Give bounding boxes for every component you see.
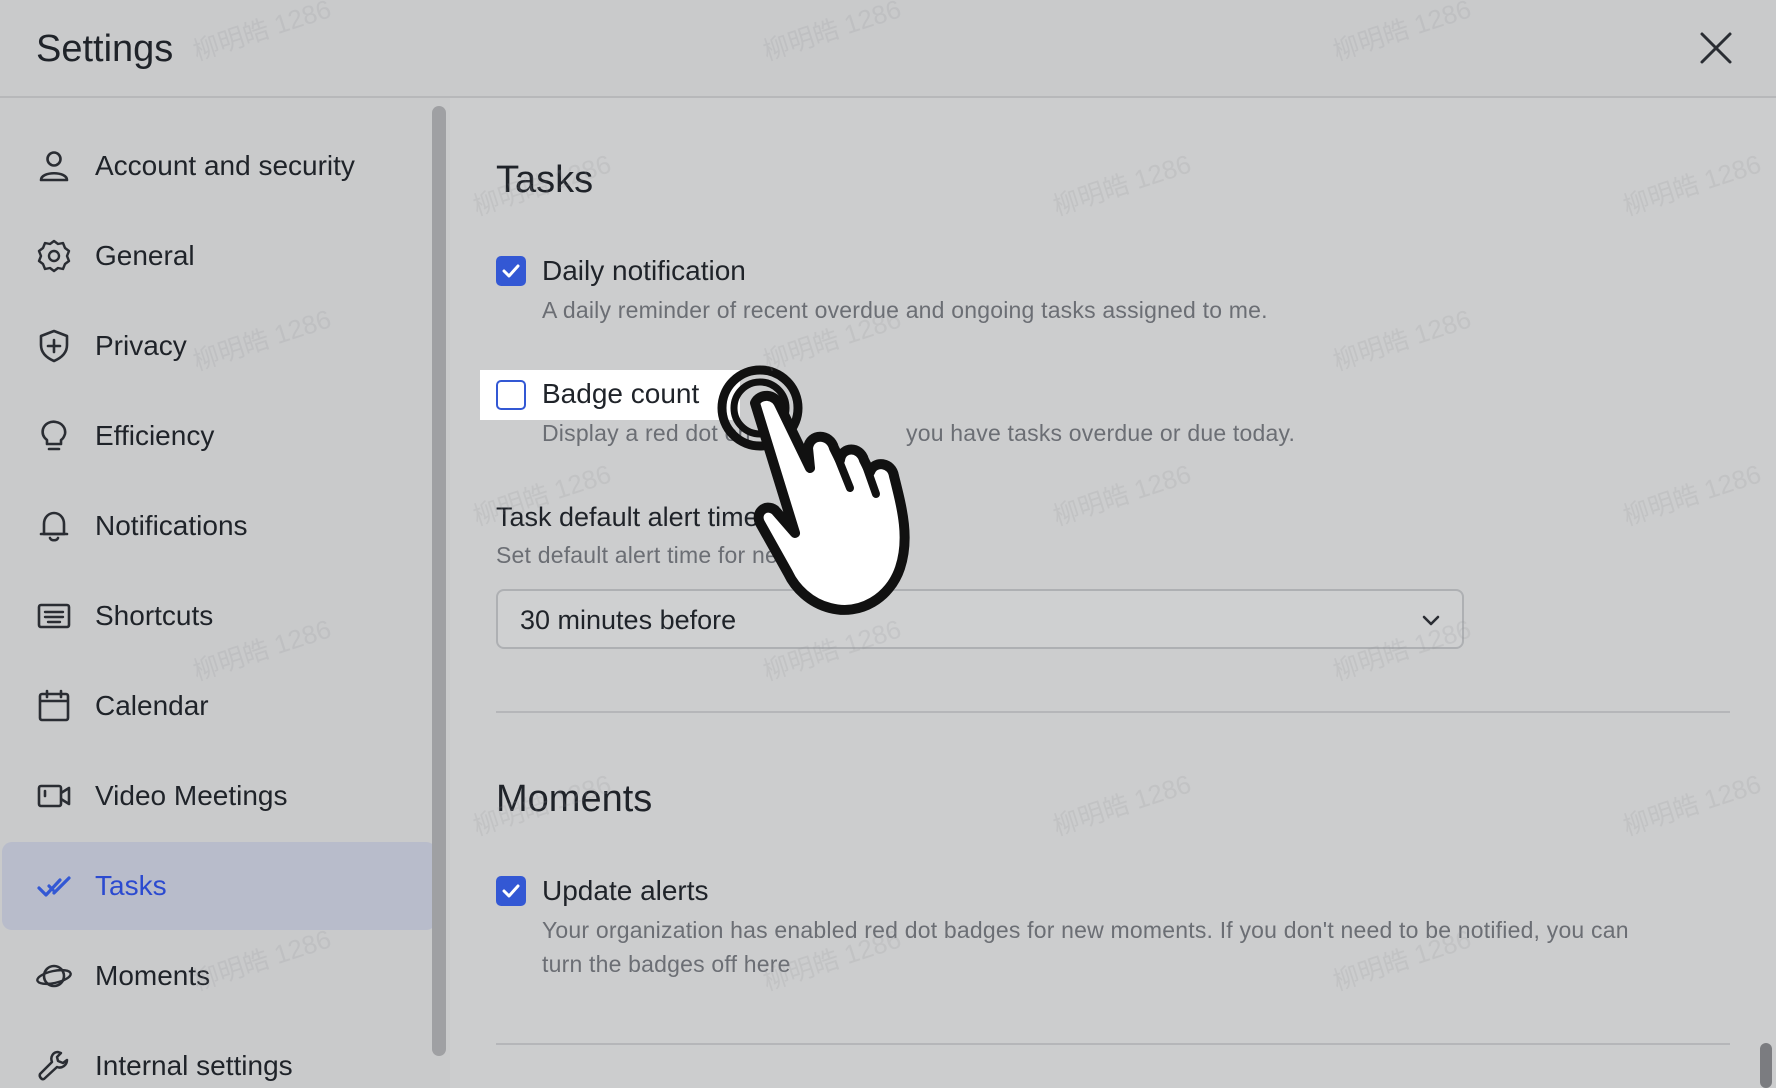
sidebar-item-internal-settings[interactable]: Internal settings: [2, 1022, 436, 1088]
settings-window: Settings Account and security General Pr…: [0, 0, 1776, 1088]
update-alerts-description-line1: Your organization has enabled red dot ba…: [542, 917, 1629, 943]
sidebar-item-label: Privacy: [95, 330, 187, 361]
sidebar-item-label: Video Meetings: [95, 780, 288, 811]
daily-notification-label: Daily notification: [542, 255, 746, 286]
daily-notification-description: A daily reminder of recent overdue and o…: [542, 297, 1268, 323]
sidebar-item-shortcuts[interactable]: Shortcuts: [2, 572, 436, 660]
gear-icon: [37, 239, 71, 273]
bell-icon: [39, 511, 69, 542]
sidebar-item-label: General: [95, 240, 195, 271]
sidebar-item-label: Internal settings: [95, 1050, 293, 1081]
badge-count-label: Badge count: [542, 378, 700, 409]
badge-count-checkbox[interactable]: [496, 380, 526, 410]
alert-time-select[interactable]: 30 minutes before: [496, 589, 1464, 649]
sidebar-item-label: Account and security: [95, 150, 355, 181]
main-scrollbar[interactable]: [1760, 1043, 1772, 1088]
update-alerts-checkbox[interactable]: [496, 876, 526, 906]
badge-count-description-tail: you have tasks overdue or due today.: [906, 420, 1296, 446]
checkmark-icon: [502, 264, 520, 278]
tasks-check-icon: [37, 876, 71, 897]
daily-notification-checkbox[interactable]: [496, 256, 526, 286]
settings-header: Settings: [0, 0, 1776, 98]
close-button[interactable]: [1690, 22, 1742, 74]
sidebar-item-privacy[interactable]: Privacy: [2, 302, 436, 390]
tasks-section-title: Tasks: [496, 159, 594, 201]
shield-icon: [39, 329, 69, 363]
planet-icon: [36, 964, 72, 988]
sidebar-item-moments[interactable]: Moments: [2, 932, 436, 1020]
video-camera-icon: [37, 784, 71, 808]
sidebar-item-label: Efficiency: [95, 420, 215, 451]
sidebar-item-account-and-security[interactable]: Account and security: [2, 122, 436, 210]
sidebar-item-label: Tasks: [95, 870, 167, 901]
section-divider: [496, 1043, 1730, 1045]
update-alerts-label: Update alerts: [542, 875, 709, 906]
sidebar-item-label: Calendar: [95, 690, 209, 721]
hand-pointer-icon: [717, 365, 910, 615]
wrench-icon: [38, 1050, 69, 1081]
update-alerts-description-line2: turn the badges off here: [542, 951, 791, 977]
checkmark-icon: [502, 884, 520, 898]
page-title: Settings: [36, 28, 174, 70]
sidebar-item-tasks[interactable]: Tasks: [2, 842, 436, 930]
sidebar-item-efficiency[interactable]: Efficiency: [2, 392, 436, 480]
section-divider: [496, 711, 1730, 713]
sidebar-item-calendar[interactable]: Calendar: [2, 662, 436, 750]
calendar-icon: [38, 689, 70, 722]
main-content: Tasks Daily notification A daily reminde…: [450, 98, 1776, 1088]
chevron-down-icon: [1422, 615, 1440, 626]
sidebar-scrollbar[interactable]: [432, 106, 446, 1056]
sidebar-item-video-meetings[interactable]: Video Meetings: [2, 752, 436, 840]
sidebar: Account and security General Privacy Eff…: [0, 98, 450, 1088]
sidebar-item-label: Shortcuts: [95, 600, 214, 631]
keyboard-icon: [37, 603, 71, 629]
moments-section-title: Moments: [496, 778, 653, 820]
sidebar-item-label: Moments: [95, 960, 211, 991]
sidebar-item-label: Notifications: [95, 510, 248, 541]
user-icon: [39, 151, 69, 182]
lightbulb-icon: [41, 420, 67, 451]
sidebar-item-notifications[interactable]: Notifications: [2, 482, 436, 570]
close-icon: [1700, 32, 1732, 64]
sidebar-item-general[interactable]: General: [2, 212, 436, 300]
